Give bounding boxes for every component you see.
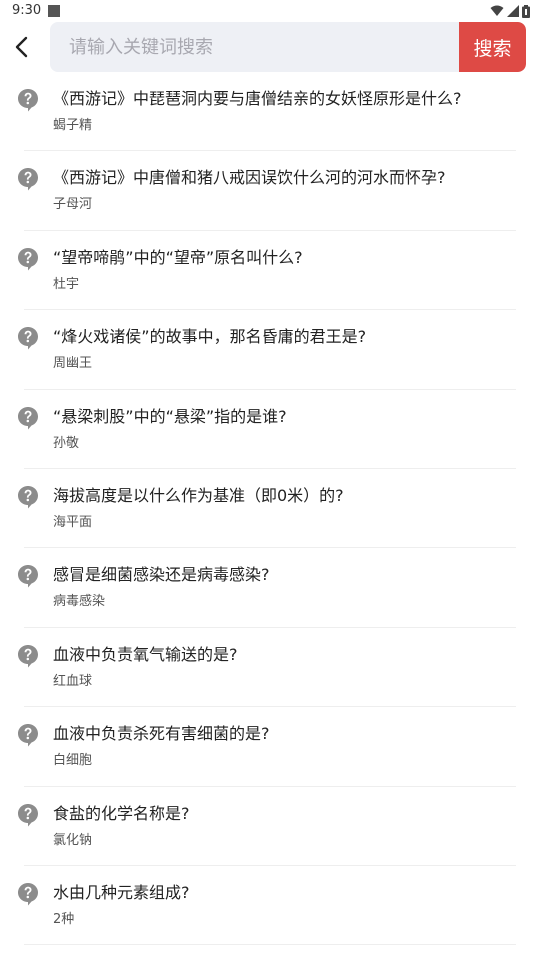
list-item[interactable]: 水由几种元素组成? 2种 <box>0 866 540 946</box>
list-item[interactable]: 血液中负责氧气输送的是? 红血球 <box>0 628 540 708</box>
notification-square-icon <box>48 5 60 17</box>
status-icons <box>490 3 530 19</box>
question-text: 海拔高度是以什么作为基准（即0米）的? <box>53 485 344 505</box>
search-input[interactable] <box>50 22 458 72</box>
status-bar: 9:30 <box>0 0 540 22</box>
answer-text: 孙敬 <box>53 435 80 451</box>
result-list: 《西游记》中琵琶洞内要与唐僧结亲的女妖怪原形是什么? 蝎子精《西游记》中唐僧和猪八… <box>0 72 540 946</box>
list-item[interactable]: 《西游记》中唐僧和猪八戒因误饮什么河的河水而怀孕? 子母河 <box>0 151 540 231</box>
question-mark-icon <box>18 247 38 271</box>
list-item[interactable]: 血液中负责杀死有害细菌的是? 白细胞 <box>0 707 540 787</box>
question-mark-icon <box>18 644 38 668</box>
list-item[interactable]: 《西游记》中琵琶洞内要与唐僧结亲的女妖怪原形是什么? 蝎子精 <box>0 72 540 152</box>
list-item[interactable]: 食盐的化学名称是? 氯化钠 <box>0 787 540 866</box>
answer-text: 白细胞 <box>53 753 93 769</box>
answer-text: 蝎子精 <box>53 118 93 133</box>
battery-icon <box>522 4 530 18</box>
wifi-icon <box>490 5 504 16</box>
answer-text: 氯化钠 <box>53 832 93 848</box>
signal-icon <box>507 5 519 17</box>
question-mark-icon <box>18 882 38 906</box>
question-text: 水由几种元素组成? <box>53 882 190 902</box>
question-text: “烽火戏诸侯”的故事中，那名昏庸的君王是? <box>53 327 367 347</box>
answer-text: 子母河 <box>53 197 93 213</box>
back-button[interactable] <box>6 32 36 62</box>
search-box: 搜索 <box>50 22 526 72</box>
list-item[interactable]: “望帝啼鹃”中的“望帝”原名叫什么? 杜宇 <box>0 231 540 311</box>
question-mark-icon <box>18 565 38 588</box>
question-mark-icon <box>18 89 38 112</box>
question-text: 《西游记》中琵琶洞内要与唐僧结亲的女妖怪原形是什么? <box>53 89 462 108</box>
list-item[interactable]: 海拔高度是以什么作为基准（即0米）的? 海平面 <box>0 469 540 549</box>
question-mark-icon <box>18 803 38 827</box>
search-header: 搜索 <box>0 22 540 72</box>
question-mark-icon <box>18 724 38 747</box>
back-arrow-icon <box>15 36 28 58</box>
question-text: 感冒是细菌感染还是病毒感染? <box>53 565 270 585</box>
question-mark-icon <box>18 485 38 509</box>
answer-text: 红血球 <box>53 673 93 689</box>
answer-text: 2种 <box>53 911 75 927</box>
question-mark-icon <box>18 327 38 350</box>
list-item[interactable]: “悬梁刺股”中的“悬梁”指的是谁? 孙敬 <box>0 390 540 469</box>
question-text: 食盐的化学名称是? <box>53 803 190 823</box>
answer-text: 杜宇 <box>53 276 80 292</box>
question-text: 血液中负责氧气输送的是? <box>53 644 238 664</box>
search-button[interactable]: 搜索 <box>459 22 526 72</box>
status-time: 9:30 <box>12 3 42 18</box>
list-item[interactable]: 感冒是细菌感染还是病毒感染? 病毒感染 <box>0 548 540 628</box>
question-text: 血液中负责杀死有害细菌的是? <box>53 724 270 744</box>
question-text: 《西游记》中唐僧和猪八戒因误饮什么河的河水而怀孕? <box>53 168 446 188</box>
answer-text: 病毒感染 <box>53 594 106 610</box>
answer-text: 周幽王 <box>53 356 93 372</box>
question-text: “悬梁刺股”中的“悬梁”指的是谁? <box>53 406 287 426</box>
question-mark-icon <box>18 168 38 191</box>
list-item[interactable]: “烽火戏诸侯”的故事中，那名昏庸的君王是? 周幽王 <box>0 310 540 390</box>
divider <box>24 944 516 946</box>
question-text: “望帝啼鹃”中的“望帝”原名叫什么? <box>53 247 303 267</box>
question-mark-icon <box>18 406 38 430</box>
answer-text: 海平面 <box>53 514 93 530</box>
